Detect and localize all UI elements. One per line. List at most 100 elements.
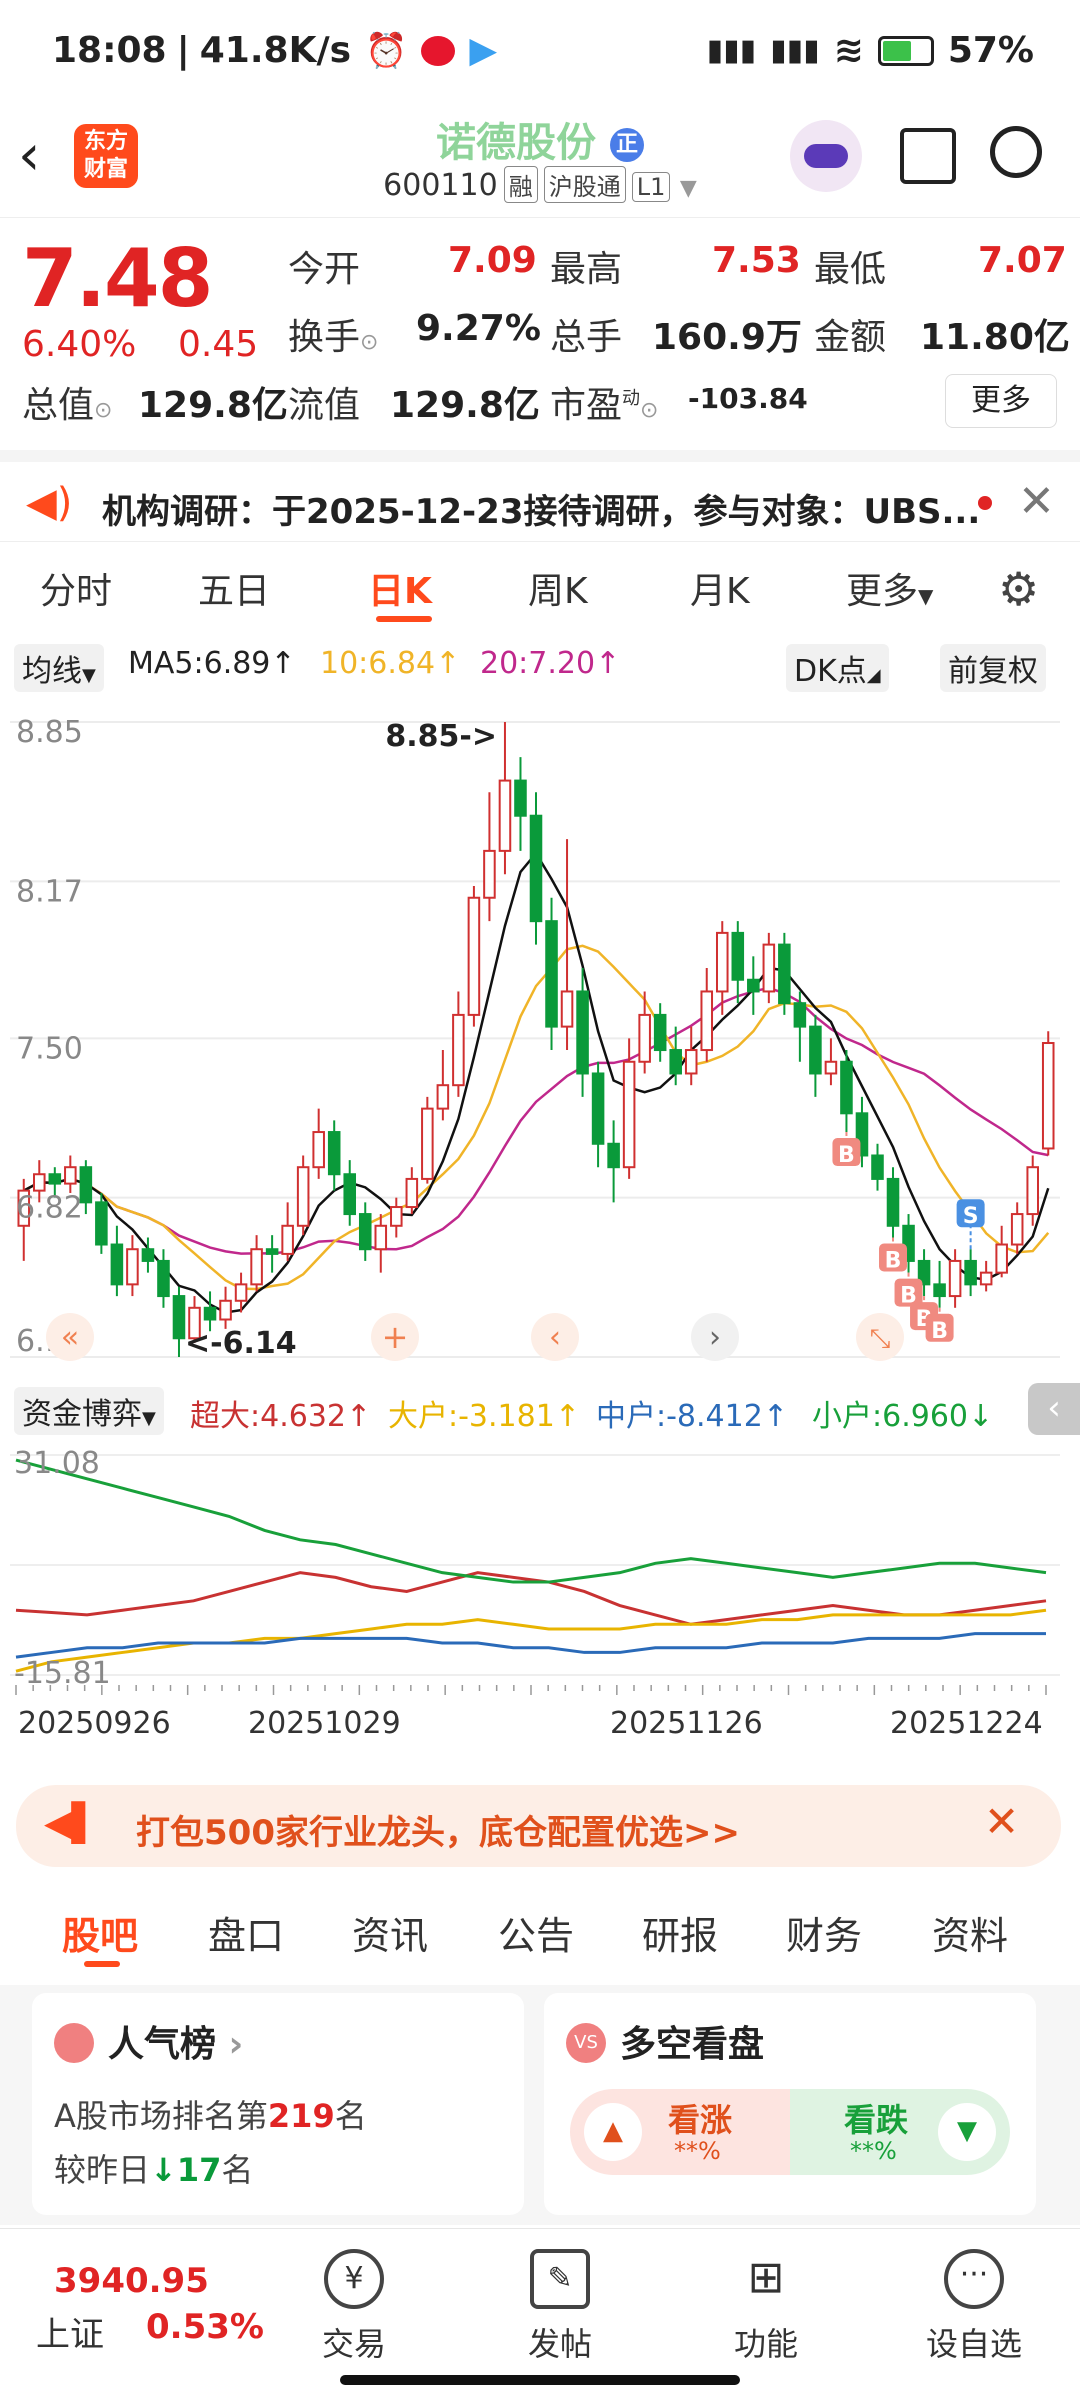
candle-body [638,1013,651,1063]
weibo-icon [421,35,456,66]
fullscreen-button[interactable]: ⤡ [856,1313,904,1361]
svg-text:⤡: ⤡ [870,1324,891,1354]
svg-text:‹: ‹ [549,1320,561,1355]
tab-daily-k[interactable]: 日K [368,562,432,614]
candle-body [514,779,527,817]
quote-panel: 7.48 6.40% 0.45 今开 7.09 最高 7.53 最低 7.07 … [0,218,1080,450]
candle-body [141,1248,155,1262]
float-mv-value: 129.8亿 [390,385,540,426]
tab-more[interactable]: 更多▼ [846,562,933,614]
trade-button[interactable]: ¥ 交易 [294,2249,414,2365]
close-icon[interactable]: ✕ [1018,476,1055,527]
tab-forum[interactable]: 股吧 [62,1905,138,1960]
close-icon[interactable]: ✕ [984,1797,1019,1846]
flow-grid [10,1454,1060,1695]
float-mv-label: 流值 [288,385,361,426]
candle-body [793,1002,807,1028]
high-value: 7.53 [712,240,801,281]
video-app-icon: ▶ [469,30,498,71]
prev-button[interactable]: ‹ [531,1313,579,1361]
unread-dot [978,496,992,510]
dk-point-selector[interactable]: DK点◢ [786,644,889,692]
rank-line: A股市场排名第219名 [54,2097,367,2135]
candle-body [250,1248,263,1286]
tab-intraday[interactable]: 分时 [40,562,112,614]
bull-pct: **% [674,2137,721,2165]
ma-legend: 均线▼ MA5:6.89↑ 10:6.84↑ 20:7.20↑ DK点◢ 前复权 [0,640,1080,692]
functions-button[interactable]: ⊞ 功能 [706,2249,826,2365]
rewind-button[interactable]: « [46,1313,94,1361]
flow-super: 超大:4.632↑ [190,1399,372,1434]
signal-label: B [838,1143,855,1168]
bear-button[interactable]: 看跌 **% ▼ [790,2089,1010,2175]
candle-body [358,1213,372,1251]
tab-monthly-k[interactable]: 月K [690,562,750,614]
robot-assistant-icon[interactable] [790,120,862,192]
volume-label: 总手 [550,317,623,358]
more-button[interactable]: 更多 [945,374,1057,428]
stock-code: 600110 [383,168,498,203]
candle-body [95,1201,108,1246]
tab-five-day[interactable]: 五日 [198,562,270,614]
stock-header: ‹ 东方 财富 诺德股份 正 600110 融沪股通 L1 ▼ [0,100,1080,218]
add-watchlist-button[interactable]: ··· 设自选 [914,2249,1034,2365]
date-tick: 20251224 [890,1706,1043,1741]
add-watchlist-label: 设自选 [925,2325,1022,2363]
tab-weekly-k[interactable]: 周K [528,562,588,614]
next-button[interactable]: › [691,1313,739,1361]
zoom-in-button[interactable]: + [371,1313,419,1361]
date-axis: 20250926 20251029 20251126 20251224 [0,1700,1080,1746]
candle-body [995,1243,1008,1274]
tab-financials[interactable]: 财务 [786,1905,862,1960]
tab-orderbook[interactable]: 盘口 [208,1905,284,1960]
status-right: ▮▮▮ ▮▮▮ ≋ 57% [707,30,1034,71]
candle-body [157,1259,170,1298]
adjust-selector[interactable]: 前复权 [940,644,1046,692]
tab-news[interactable]: 资讯 [352,1905,428,1960]
y-tick-label: -15.81 [14,1656,111,1691]
y-tick-label: 8.85 [16,715,83,750]
date-tick: 20250926 [18,1706,171,1741]
candle-body [824,1060,838,1075]
ma20-value: 20:7.20↑ [480,646,621,681]
indicator-selector[interactable]: 资金博弈▼ [14,1387,164,1435]
stock-name: 诺德股份 [436,120,597,166]
candle-body [312,1131,325,1169]
sentiment-card: VS 多空看盘 ▲ 看涨 **% 看跌 **% ▼ [544,1993,1036,2215]
candle-body [871,1154,884,1180]
search-icon[interactable] [990,126,1042,178]
post-button[interactable]: ✎ 发帖 [500,2249,620,2365]
megaphone-icon: ◀▌ [44,1803,100,1844]
chevron-down-icon: ▼ [679,176,697,201]
bull-button[interactable]: ▲ 看涨 **% [570,2089,790,2175]
candle-body [405,1177,419,1209]
arrow-up-icon: ▲ [584,2103,642,2161]
more-dots-icon: ··· [944,2249,1004,2309]
capital-flow-chart[interactable]: 31.08 -15.81 [10,1435,1060,1695]
notice-bar[interactable]: ◀) 机构调研：于2025-12-23接待调研，参与对象：UBS... ✕ [0,450,1080,542]
turnover-label: 换手⊙ [288,317,379,358]
promo-banner[interactable]: ◀▌ 打包500家行业龙头，底仓配置优选>> ✕ [16,1785,1061,1867]
candle-body [421,1107,434,1180]
ma-selector[interactable]: 均线▼ [14,644,104,692]
max-price-annotation: 8.85-> [385,719,497,754]
tab-announcements[interactable]: 公告 [498,1905,574,1960]
clock: 18:08 [52,30,167,71]
tab-profile[interactable]: 资料 [932,1905,1008,1960]
candle-body [498,779,512,852]
flow-series-line [15,1608,1047,1673]
vs-icon: VS [566,2023,606,2063]
k-line-chart[interactable]: 8.858.177.506.826.148.85-><-6.14 BBBBBS … [10,692,1060,1377]
candle-body [1010,1213,1024,1246]
chart-bar-icon [54,2023,94,2063]
candle-body [1026,1166,1039,1216]
collapse-panel-button[interactable]: ‹ [1028,1383,1080,1435]
min-price-annotation: <-6.14 [185,1326,297,1361]
candle-body [979,1271,993,1286]
popularity-card[interactable]: 人气榜 › A股市场排名第219名 较昨日↓17名 [32,1993,524,2215]
settings-gear-icon[interactable]: ⚙ [998,562,1039,616]
signal-label: B [885,1248,902,1273]
share-icon[interactable] [900,128,956,184]
tab-research[interactable]: 研报 [642,1905,718,1960]
wifi-icon: ≋ [833,30,864,71]
